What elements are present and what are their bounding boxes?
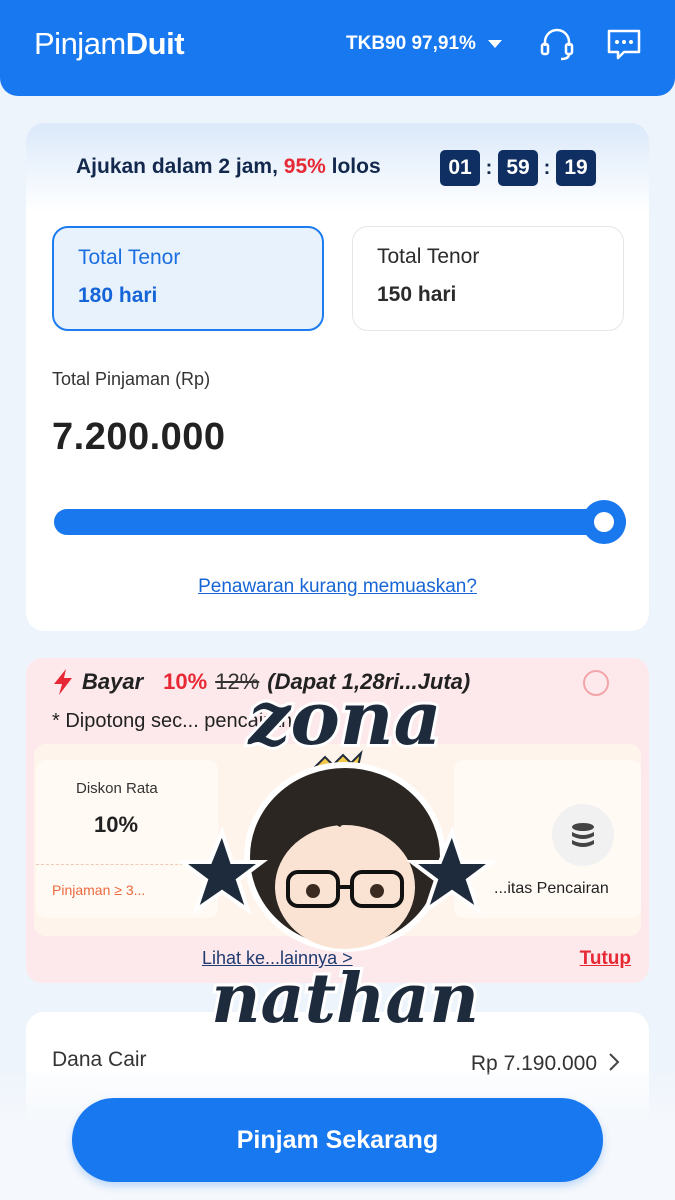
promo-text: Ajukan dalam 2 jam, 95% lolos	[76, 155, 381, 178]
benefit-label: ...itas Pencairan	[494, 880, 609, 897]
disbursed-funds-label: Dana Cair	[52, 1048, 147, 1071]
payment-promo-panel: Bayar 10% 12% (Dapat 1,28ri...Juta) * Di…	[26, 658, 649, 983]
benefit-value: 10%	[94, 812, 139, 837]
borrow-now-button[interactable]: Pinjam Sekarang	[72, 1098, 603, 1182]
tkb-selector[interactable]: TKB90 97,91%	[346, 33, 502, 55]
slider-thumb[interactable]	[582, 500, 626, 544]
tenor-label: Total Tenor	[377, 245, 480, 268]
tenor-value: 180 hari	[78, 284, 158, 307]
caret-down-icon	[487, 40, 502, 48]
promo-note: * Dipotong sec... pencairan	[52, 710, 293, 732]
countdown-timer: 01 : 59 : 19	[440, 150, 596, 186]
benefit-disbursement: ...itas Pencairan	[454, 760, 641, 918]
promo-radio[interactable]	[583, 670, 609, 696]
timer-minutes: 59	[498, 150, 538, 186]
timer-hours: 01	[440, 150, 480, 186]
loan-amount-label: Total Pinjaman (Rp)	[52, 369, 211, 389]
close-promo-link[interactable]: Tutup	[580, 948, 631, 970]
tenor-option-180[interactable]: Total Tenor 180 hari	[52, 226, 324, 331]
chevron-right-icon	[609, 1053, 620, 1071]
unsatisfied-offer-link[interactable]: Penawaran kurang memuaskan?	[26, 576, 649, 598]
headset-icon[interactable]	[537, 24, 577, 64]
app-header: PinjamDuit TKB90 97,91%	[0, 0, 675, 96]
benefit-label: Diskon Rata	[76, 780, 158, 797]
tkb-label: TKB90 97,91%	[346, 33, 476, 54]
chat-icon[interactable]	[604, 24, 644, 64]
tenor-label: Total Tenor	[78, 246, 181, 269]
benefit-footnote: Pinjaman ≥ 3...	[52, 882, 146, 898]
coin-stack-icon	[552, 804, 614, 866]
lightning-icon	[54, 669, 72, 695]
loan-card: Ajukan dalam 2 jam, 95% lolos 01 : 59 : …	[26, 123, 649, 631]
tenor-value: 150 hari	[377, 283, 457, 306]
promo-banner: Ajukan dalam 2 jam, 95% lolos 01 : 59 : …	[26, 123, 649, 213]
tenor-option-150[interactable]: Total Tenor 150 hari	[352, 226, 624, 331]
timer-seconds: 19	[556, 150, 596, 186]
promo-title: Bayar 10% 12% (Dapat 1,28ri...Juta)	[52, 668, 470, 696]
benefit-discount: Diskon Rata 10% Pinjaman ≥ 3...	[36, 760, 218, 918]
see-more-benefits-link[interactable]: Lihat ke...lainnya >	[202, 948, 353, 969]
app-logo: PinjamDuit	[34, 26, 185, 61]
slider-fill	[54, 509, 626, 535]
benefit-list: Diskon Rata 10% Pinjaman ≥ 3... ...itas …	[34, 744, 641, 936]
loan-amount-value: 7.200.000	[52, 416, 226, 458]
loan-amount-slider[interactable]	[54, 500, 626, 544]
